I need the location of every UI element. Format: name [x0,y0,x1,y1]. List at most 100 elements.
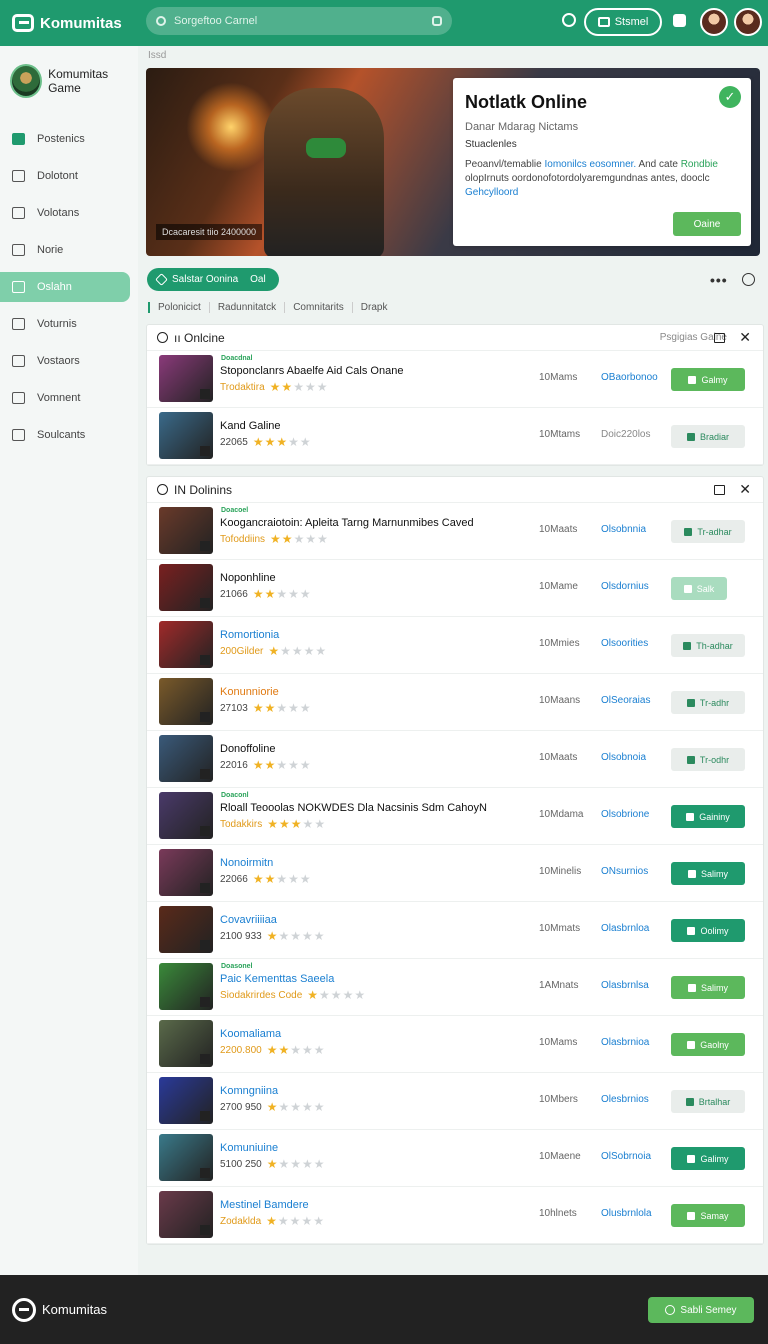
row-title[interactable]: Mestinel Bamdere [220,1199,309,1211]
breadcrumb[interactable]: Issd [148,50,166,61]
row-link[interactable]: Olsoorities [601,638,648,649]
close-icon[interactable]: ✕ [739,329,751,346]
sidebar-brand[interactable]: Komumitas Game [10,64,138,98]
row-action-button[interactable]: Oolimy [671,919,745,942]
table-row[interactable]: Doacoel Koogancraiotoin: Apleita Tarng Ma… [147,503,763,560]
table-row[interactable]: Nonoirmitn 22066 ★★★★★ 10Minelis ONsurnios Sa… [147,845,763,902]
game-thumbnail[interactable] [159,735,213,782]
row-title[interactable]: Stoponclanrs Abaelfe Aid Cals Onane [220,365,403,377]
table-row[interactable]: Kand Galine 22065 ★★★★★ 10Mtams Doic220los Br… [147,408,763,465]
sidebar-item[interactable]: Norie [0,235,130,265]
table-row[interactable]: Noponhline 21066 ★★★★★ 10Mame Olsdornius Salk [147,560,763,617]
game-thumbnail[interactable] [159,849,213,896]
game-thumbnail[interactable] [159,621,213,668]
row-title[interactable]: Koomaliama [220,1028,281,1040]
filter-pill[interactable]: Salstar Oonina Oal [147,268,279,291]
puzzle-icon[interactable] [673,14,686,27]
game-thumbnail[interactable] [159,507,213,554]
table-row[interactable]: Mestinel Bamdere Zodaklda ★★★★★ 10hlnets Olu… [147,1187,763,1244]
row-action-button[interactable]: Tr-adhr [671,691,745,714]
table-row[interactable]: Komngniina 2700 950 ★★★★★ 10Mbers Olesbrnios… [147,1073,763,1130]
footer-action-button[interactable]: Sabli Semey [648,1297,754,1323]
bag-icon[interactable] [714,332,725,343]
tab[interactable]: Comnitarits [284,302,352,313]
row-link[interactable]: OlSobrnoia [601,1151,651,1162]
game-thumbnail[interactable] [159,792,213,839]
feature-action-button[interactable]: Oaine [673,212,741,236]
row-action-button[interactable]: Samay [671,1204,745,1227]
row-title[interactable]: Koogancraiotoin: Apleita Tarng Marnunmib… [220,517,474,529]
top-action-button[interactable]: Stsmel [584,8,662,36]
tab[interactable]: Radunnitatck [208,302,284,313]
table-row[interactable]: Koomaliama 2200.800 ★★★★★ 10Mams Olasbrnioa G… [147,1016,763,1073]
more-options-icon[interactable]: ••• [710,272,728,288]
row-link[interactable]: Olusbrnlola [601,1208,652,1219]
row-link[interactable]: Olasbrnlsa [601,980,649,991]
row-title[interactable]: Rloall Teooolas NOKWDES Dla Nacsinis Sdm… [220,802,487,814]
row-title[interactable]: Donoffoline [220,743,275,755]
sidebar-item[interactable]: Voturnis [0,309,130,339]
sidebar-item[interactable]: Oslahn [0,272,130,302]
table-row[interactable]: Doaconl Rloall Teooolas NOKWDES Dla Nacsi… [147,788,763,845]
bag-icon[interactable] [714,484,725,495]
sidebar-item[interactable]: Postenics [0,124,130,154]
row-title[interactable]: Noponhline [220,572,276,584]
row-title[interactable]: Paic Kementtas Saeela [220,973,334,985]
row-link[interactable]: OBaorbonoo [601,372,658,383]
filter-icon[interactable] [432,16,442,26]
avatar-secondary[interactable] [734,8,762,36]
row-title[interactable]: Covavriiiiaa [220,914,277,926]
game-thumbnail[interactable] [159,1134,213,1181]
row-action-button[interactable]: Tr-adhar [671,520,745,543]
desc-link[interactable]: Gehcylloord [465,187,518,198]
search-input[interactable]: Sorgeftoo Carnel [146,7,452,35]
app-logo[interactable]: Komumitas [12,14,122,32]
row-action-button[interactable]: Gaininy [671,805,745,828]
game-thumbnail[interactable] [159,963,213,1010]
table-row[interactable]: Covavriiiiaa 2100 933 ★★★★★ 10Mmats Olasbrnl… [147,902,763,959]
table-row[interactable]: Doasonel Paic Kementtas Saeela Siodakrirde… [147,959,763,1016]
tab[interactable]: Polonicict [148,302,209,313]
row-link[interactable]: Olsobnoia [601,752,646,763]
tab[interactable]: Drapk [351,302,396,313]
sidebar-item[interactable]: Vostaors [0,346,130,376]
game-thumbnail[interactable] [159,564,213,611]
sidebar-item[interactable]: Vomnent [0,383,130,413]
table-row[interactable]: Donoffoline 22016 ★★★★★ 10Maats Olsobnoia Tr-… [147,731,763,788]
row-action-button[interactable]: Bradiar [671,425,745,448]
row-link[interactable]: Olsobnnia [601,524,646,535]
row-link[interactable]: OlSeoraias [601,695,650,706]
row-title[interactable]: Konunniorie [220,686,279,698]
avatar[interactable] [700,8,728,36]
sidebar-item[interactable]: Volotans [0,198,130,228]
game-thumbnail[interactable] [159,355,213,402]
row-link[interactable]: Olsdornius [601,581,649,592]
clock-icon[interactable] [742,273,755,286]
game-thumbnail[interactable] [159,1020,213,1067]
table-row[interactable]: Doacdnal Stoponclanrs Abaelfe Aid Cals On… [147,351,763,408]
game-thumbnail[interactable] [159,906,213,953]
row-link[interactable]: Doic220los [601,429,650,440]
desc-link[interactable]: Iomonilcs eosomner. [545,159,637,170]
table-row[interactable]: Romortionia 200Gilder ★★★★★ 10Mmies Olsoorit… [147,617,763,674]
row-title[interactable]: Kand Galine [220,420,281,432]
row-action-button[interactable]: Brtalhar [671,1090,745,1113]
table-row[interactable]: Komuniuine 5100 250 ★★★★★ 10Maene OlSobrnoia… [147,1130,763,1187]
sidebar-item[interactable]: Dolotont [0,161,130,191]
row-link[interactable]: ONsurnios [601,866,648,877]
sidebar-item[interactable]: Soulcants [0,420,130,450]
game-thumbnail[interactable] [159,1077,213,1124]
table-row[interactable]: Konunniorie 27103 ★★★★★ 10Maans OlSeoraias Tr… [147,674,763,731]
game-thumbnail[interactable] [159,412,213,459]
row-action-button[interactable]: Salimy [671,862,745,885]
close-icon[interactable]: ✕ [739,481,751,498]
row-action-button[interactable]: Th-adhar [671,634,745,657]
row-action-button[interactable]: Salimy [671,976,745,999]
row-title[interactable]: Romortionia [220,629,279,641]
row-action-button[interactable]: Galimy [671,1147,745,1170]
row-action-button[interactable]: Gaolny [671,1033,745,1056]
row-link[interactable]: Olsobrione [601,809,649,820]
row-action-button[interactable]: Tr-odhr [671,748,745,771]
row-link[interactable]: Olasbrnloa [601,923,649,934]
row-title[interactable]: Komuniuine [220,1142,278,1154]
